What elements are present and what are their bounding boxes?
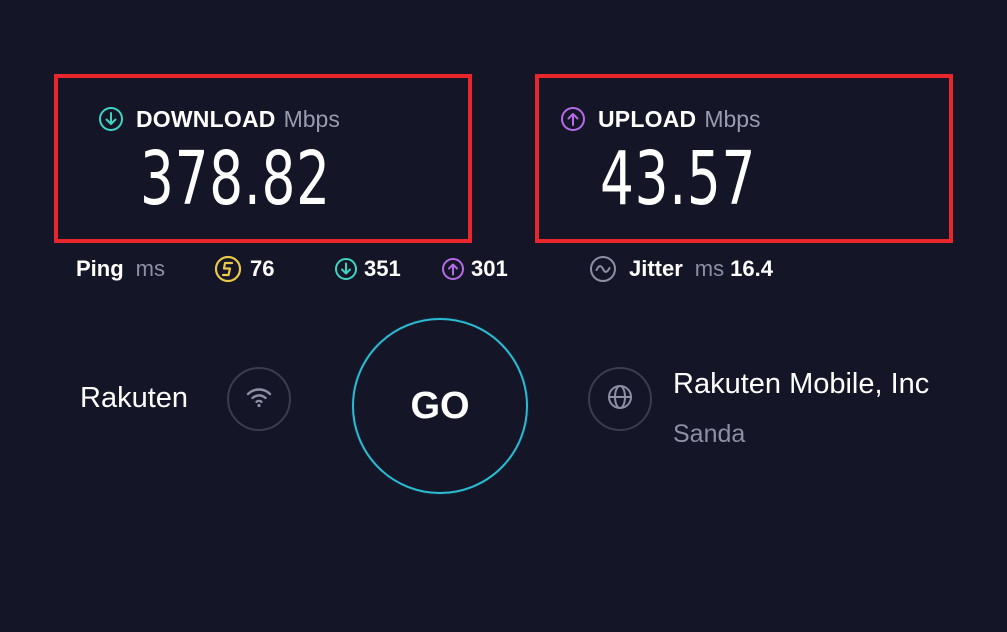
download-speed-value: 378.82 — [140, 136, 331, 222]
wifi-icon — [244, 382, 274, 417]
go-button[interactable]: GO — [352, 318, 528, 494]
ping-upload-group: 301 — [441, 254, 508, 284]
isp-name: Rakuten — [80, 382, 189, 414]
download-header: DOWNLOAD Mbps — [98, 104, 340, 134]
ping-label-group: Ping ms — [76, 254, 165, 284]
upload-header: UPLOAD Mbps — [560, 104, 761, 134]
idle-latency-icon — [214, 255, 242, 283]
arrow-up-circle-icon — [560, 106, 586, 132]
upload-latency-icon — [441, 257, 465, 281]
upload-unit: Mbps — [704, 105, 761, 132]
globe-icon — [605, 382, 635, 417]
ping-download-group: 351 — [334, 254, 401, 284]
server-location[interactable]: Sanda — [673, 420, 745, 449]
jitter-group: Jitter ms 16.4 — [589, 254, 773, 284]
upload-speed-value: 43.57 — [600, 136, 757, 222]
ping-unit: ms — [135, 256, 165, 281]
globe-icon-button[interactable] — [588, 367, 652, 431]
jitter-value: 16.4 — [730, 256, 773, 281]
upload-label: UPLOAD — [598, 105, 697, 132]
go-button-label: GO — [410, 384, 470, 427]
server-name[interactable]: Rakuten Mobile, Inc — [673, 368, 929, 401]
ping-idle-group: 76 — [214, 254, 274, 284]
ping-idle-value: 76 — [250, 256, 275, 281]
download-unit: Mbps — [283, 105, 340, 132]
download-label: DOWNLOAD — [136, 105, 276, 132]
ping-label: Ping — [76, 256, 124, 281]
jitter-label: Jitter — [629, 256, 683, 281]
download-latency-icon — [334, 257, 358, 281]
jitter-icon — [589, 255, 617, 283]
wifi-icon-button[interactable] — [227, 367, 291, 431]
arrow-down-circle-icon — [98, 106, 124, 132]
jitter-unit: ms — [694, 256, 725, 281]
ping-upload-value: 301 — [471, 256, 508, 281]
ping-download-value: 351 — [364, 256, 401, 281]
